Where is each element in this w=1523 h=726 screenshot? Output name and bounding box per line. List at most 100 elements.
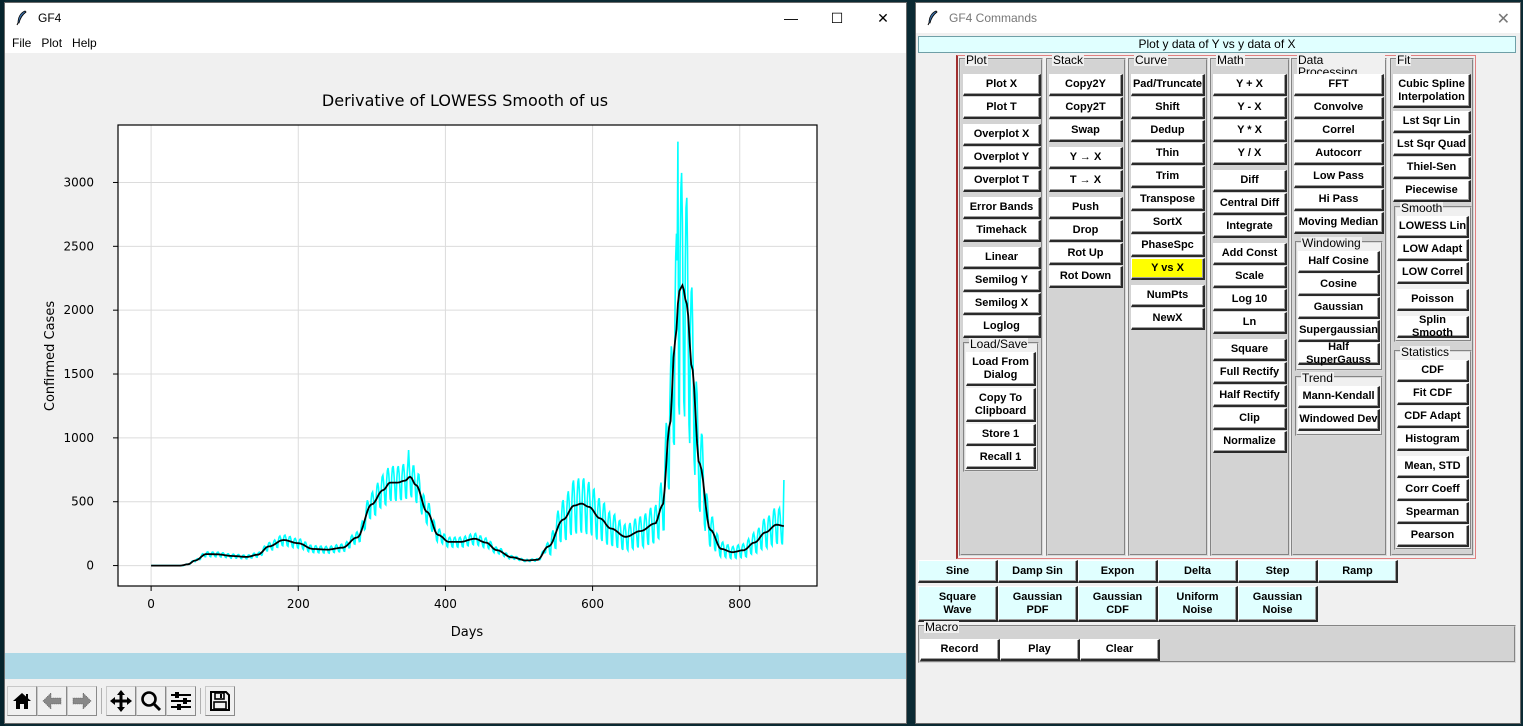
half-supergauss-button[interactable]: Half SuperGauss bbox=[1298, 341, 1380, 366]
y-x-button[interactable]: Y + X bbox=[1213, 74, 1287, 96]
supergaussian-button[interactable]: Supergaussian bbox=[1298, 320, 1380, 342]
damp-sin-button[interactable]: Damp Sin bbox=[998, 560, 1078, 583]
scale-button[interactable]: Scale bbox=[1213, 266, 1287, 288]
corr-coeff-button[interactable]: Corr Coeff bbox=[1397, 479, 1469, 501]
plot-x-button[interactable]: Plot X bbox=[963, 74, 1041, 96]
main-titlebar[interactable]: GF4 — ☐ ✕ bbox=[5, 3, 906, 33]
swap-button[interactable]: Swap bbox=[1049, 120, 1123, 142]
menu-help[interactable]: Help bbox=[67, 36, 102, 50]
central-diff-button[interactable]: Central Diff bbox=[1213, 193, 1287, 215]
copy-to-clipboard-button[interactable]: Copy To Clipboard bbox=[966, 388, 1036, 422]
hi-pass-button[interactable]: Hi Pass bbox=[1294, 189, 1384, 211]
fft-button[interactable]: FFT bbox=[1294, 74, 1384, 96]
error-bands-button[interactable]: Error Bands bbox=[963, 197, 1041, 219]
autocorr-button[interactable]: Autocorr bbox=[1294, 143, 1384, 165]
save-button[interactable] bbox=[205, 686, 235, 716]
piecewise-button[interactable]: Piecewise bbox=[1393, 180, 1471, 202]
y-x-button[interactable]: Y → X bbox=[1049, 147, 1123, 169]
pearson-button[interactable]: Pearson bbox=[1397, 525, 1469, 547]
clear-button[interactable]: Clear bbox=[1080, 639, 1160, 661]
overplot-t-button[interactable]: Overplot T bbox=[963, 170, 1041, 192]
home-button[interactable] bbox=[7, 686, 37, 716]
record-button[interactable]: Record bbox=[920, 639, 1000, 661]
low-correl-button[interactable]: LOW Correl bbox=[1397, 262, 1469, 284]
overplot-x-button[interactable]: Overplot X bbox=[963, 124, 1041, 146]
semilog-y-button[interactable]: Semilog Y bbox=[963, 270, 1041, 292]
convolve-button[interactable]: Convolve bbox=[1294, 97, 1384, 119]
linear-button[interactable]: Linear bbox=[963, 247, 1041, 269]
lst-sqr-lin-button[interactable]: Lst Sqr Lin bbox=[1393, 111, 1471, 133]
diff-button[interactable]: Diff bbox=[1213, 170, 1287, 192]
correl-button[interactable]: Correl bbox=[1294, 120, 1384, 142]
trim-button[interactable]: Trim bbox=[1131, 166, 1205, 188]
cdf-button[interactable]: CDF bbox=[1397, 360, 1469, 382]
close-button[interactable]: ✕ bbox=[860, 3, 906, 33]
menu-plot[interactable]: Plot bbox=[36, 36, 67, 50]
overplot-y-button[interactable]: Overplot Y bbox=[963, 147, 1041, 169]
pan-button[interactable] bbox=[106, 686, 136, 716]
commands-titlebar[interactable]: GF4 Commands ✕ bbox=[916, 3, 1520, 33]
back-button[interactable] bbox=[37, 686, 67, 716]
half-cosine-button[interactable]: Half Cosine bbox=[1298, 251, 1380, 273]
commands-close-button[interactable]: ✕ bbox=[1497, 9, 1510, 29]
expon-button[interactable]: Expon bbox=[1078, 560, 1158, 583]
square-wave-button[interactable]: Square Wave bbox=[918, 586, 998, 622]
histogram-button[interactable]: Histogram bbox=[1397, 429, 1469, 451]
copy2t-button[interactable]: Copy2T bbox=[1049, 97, 1123, 119]
shift-button[interactable]: Shift bbox=[1131, 97, 1205, 119]
zoom-button[interactable] bbox=[136, 686, 166, 716]
delta-button[interactable]: Delta bbox=[1158, 560, 1238, 583]
load-from-dialog-button[interactable]: Load From Dialog bbox=[966, 352, 1036, 386]
numpts-button[interactable]: NumPts bbox=[1131, 285, 1205, 307]
gaussian-cdf-button[interactable]: Gaussian CDF bbox=[1078, 586, 1158, 622]
plot-figure[interactable]: Derivative of LOWESS Smooth of us 0 200 40… bbox=[5, 53, 906, 653]
timehack-button[interactable]: Timehack bbox=[963, 220, 1041, 242]
full-rectify-button[interactable]: Full Rectify bbox=[1213, 362, 1287, 384]
clip-button[interactable]: Clip bbox=[1213, 408, 1287, 430]
spearman-button[interactable]: Spearman bbox=[1397, 502, 1469, 524]
y-x-button[interactable]: Y - X bbox=[1213, 97, 1287, 119]
low-adapt-button[interactable]: LOW Adapt bbox=[1397, 239, 1469, 261]
menu-file[interactable]: File bbox=[7, 36, 36, 50]
cubic-spline-interpolation-button[interactable]: Cubic Spline Interpolation bbox=[1393, 74, 1471, 108]
y-x-button[interactable]: Y * X bbox=[1213, 120, 1287, 142]
y-vs-x-button[interactable]: Y vs X bbox=[1131, 258, 1205, 280]
transpose-button[interactable]: Transpose bbox=[1131, 189, 1205, 211]
gaussian-pdf-button[interactable]: Gaussian PDF bbox=[998, 586, 1078, 622]
t-x-button[interactable]: T → X bbox=[1049, 170, 1123, 192]
thin-button[interactable]: Thin bbox=[1131, 143, 1205, 165]
square-button[interactable]: Square bbox=[1213, 339, 1287, 361]
loglog-button[interactable]: Loglog bbox=[963, 316, 1041, 338]
lst-sqr-quad-button[interactable]: Lst Sqr Quad bbox=[1393, 134, 1471, 156]
integrate-button[interactable]: Integrate bbox=[1213, 216, 1287, 238]
maximize-button[interactable]: ☐ bbox=[814, 3, 860, 33]
recall-1-button[interactable]: Recall 1 bbox=[966, 447, 1036, 469]
sine-button[interactable]: Sine bbox=[918, 560, 998, 583]
sortx-button[interactable]: SortX bbox=[1131, 212, 1205, 234]
mean-std-button[interactable]: Mean, STD bbox=[1397, 456, 1469, 478]
windowed-dev-button[interactable]: Windowed Dev bbox=[1298, 409, 1380, 431]
gaussian-noise-button[interactable]: Gaussian Noise bbox=[1238, 586, 1318, 622]
y-x-button[interactable]: Y / X bbox=[1213, 143, 1287, 165]
cdf-adapt-button[interactable]: CDF Adapt bbox=[1397, 406, 1469, 428]
half-rectify-button[interactable]: Half Rectify bbox=[1213, 385, 1287, 407]
play-button[interactable]: Play bbox=[1000, 639, 1080, 661]
push-button[interactable]: Push bbox=[1049, 197, 1123, 219]
uniform-noise-button[interactable]: Uniform Noise bbox=[1158, 586, 1238, 622]
cosine-button[interactable]: Cosine bbox=[1298, 274, 1380, 296]
poisson-button[interactable]: Poisson bbox=[1397, 289, 1469, 311]
chart[interactable]: Derivative of LOWESS Smooth of us 0 200 40… bbox=[5, 53, 906, 653]
thiel-sen-button[interactable]: Thiel-Sen bbox=[1393, 157, 1471, 179]
plot-t-button[interactable]: Plot T bbox=[963, 97, 1041, 119]
pad-truncate-button[interactable]: Pad/Truncate bbox=[1131, 74, 1205, 96]
phasespc-button[interactable]: PhaseSpc bbox=[1131, 235, 1205, 257]
normalize-button[interactable]: Normalize bbox=[1213, 431, 1287, 453]
step-button[interactable]: Step bbox=[1238, 560, 1318, 583]
splin-smooth-button[interactable]: Splin Smooth bbox=[1397, 314, 1469, 339]
log-10-button[interactable]: Log 10 bbox=[1213, 289, 1287, 311]
fit-cdf-button[interactable]: Fit CDF bbox=[1397, 383, 1469, 405]
low-pass-button[interactable]: Low Pass bbox=[1294, 166, 1384, 188]
rot-up-button[interactable]: Rot Up bbox=[1049, 243, 1123, 265]
ramp-button[interactable]: Ramp bbox=[1318, 560, 1398, 583]
mann-kendall-button[interactable]: Mann-Kendall bbox=[1298, 386, 1380, 408]
